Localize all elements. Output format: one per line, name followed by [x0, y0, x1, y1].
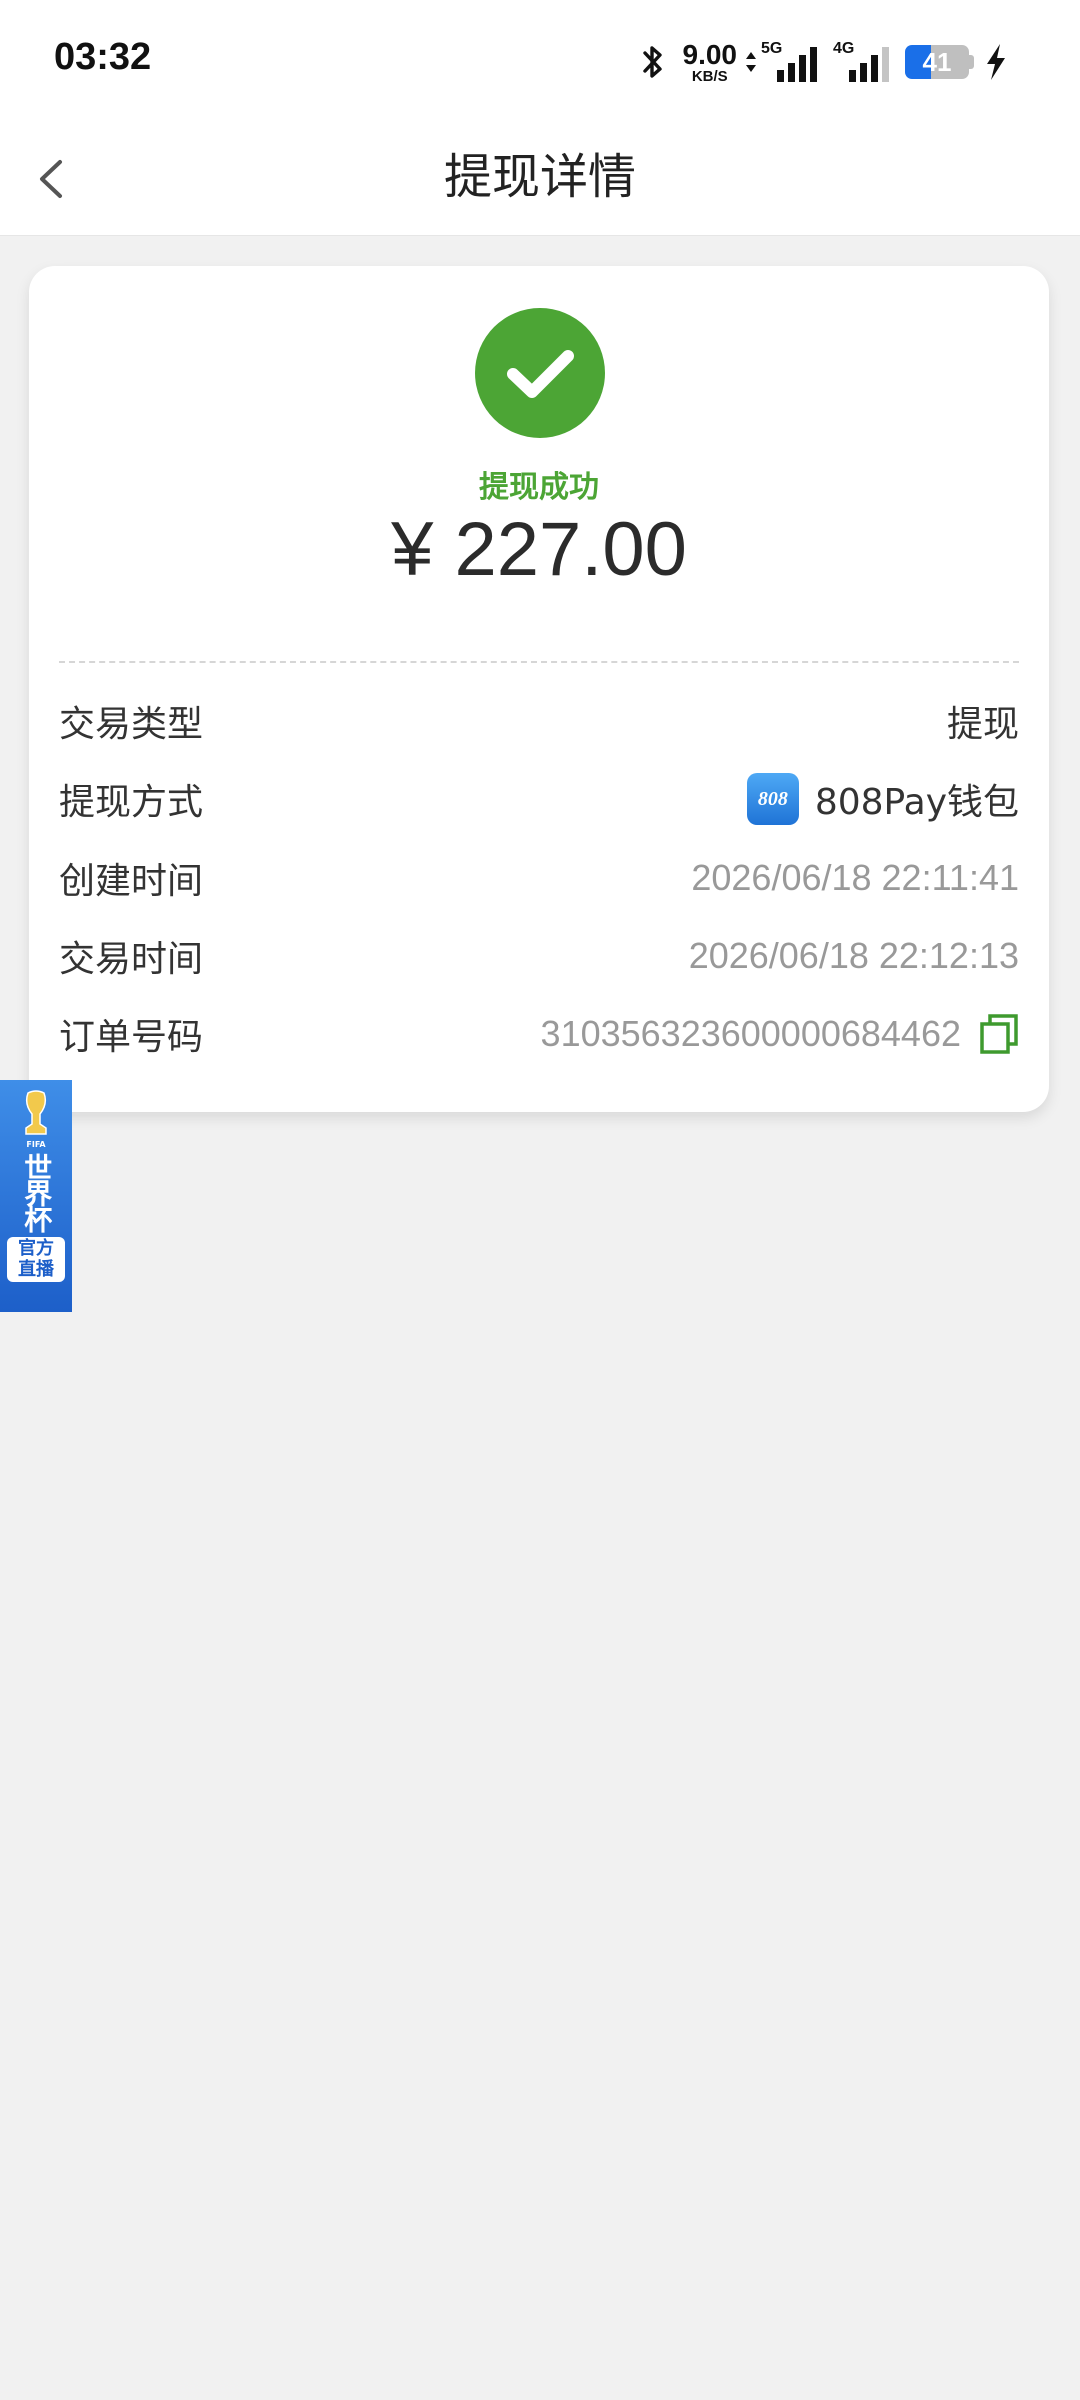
nav-header: 提现详情 [0, 124, 1080, 236]
detail-row-created: 创建时间 2026/06/18 22:11:41 [59, 850, 1019, 906]
data-arrows-icon [746, 52, 756, 72]
network-speed-value: 9.00 [682, 38, 738, 70]
method-name: 808Pay钱包 [814, 782, 1019, 823]
detail-value-order: 310356323600000684462 [541, 1013, 1019, 1055]
detail-row-trade-time: 交易时间 2026/06/18 22:12:13 [59, 928, 1019, 984]
signal-sim1: 5G [761, 40, 821, 82]
fifa-label: FIFA [26, 1140, 46, 1149]
dashed-divider [59, 661, 1019, 663]
network-speed-unit: KB/S [691, 67, 728, 85]
page-title: 提现详情 [443, 149, 636, 205]
bluetooth-icon [642, 46, 662, 78]
order-number: 310356323600000684462 [540, 1013, 961, 1054]
detail-row-type: 交易类型 提现 [59, 693, 1019, 749]
detail-value: 2026/06/18 22:12:13 [688, 935, 1019, 976]
signal-icon [777, 47, 817, 82]
status-icons: 9.00 KB/S 5G 4G 41 [639, 38, 1009, 86]
world-cup-live-banner[interactable]: FIFA 世界杯 官方 直播 [0, 1080, 72, 1312]
detail-row-method: 提现方式 808 808Pay钱包 [59, 771, 1019, 827]
808pay-logo-icon: 808 [746, 773, 799, 825]
detail-label: 订单号码 [59, 1017, 204, 1058]
battery-level: 41 [905, 45, 969, 79]
signal-icon [849, 47, 889, 82]
banner-badge-line2: 直播 [18, 1258, 54, 1280]
detail-value-method: 808 808Pay钱包 [746, 773, 1019, 825]
withdraw-amount: ¥ 227.00 [391, 507, 687, 592]
charging-icon [987, 44, 1005, 80]
status-bar: 03:32 9.00 KB/S 5G 4G 41 [0, 0, 1080, 124]
detail-value: 提现 [946, 704, 1019, 745]
detail-label: 交易时间 [59, 939, 204, 980]
withdraw-detail-card: 提现成功 ¥ 227.00 交易类型 提现 提现方式 808 808Pay钱包 … [29, 266, 1049, 1112]
withdraw-status: 提现成功 [479, 470, 599, 505]
status-time: 03:32 [54, 36, 152, 78]
battery-icon: 41 [905, 45, 974, 79]
trophy-icon [25, 1090, 47, 1135]
detail-label: 创建时间 [59, 861, 204, 902]
signal-sim2: 4G [833, 40, 893, 82]
banner-title: 世界杯 [20, 1153, 54, 1231]
success-check-icon [475, 308, 605, 438]
battery-cap [969, 55, 974, 69]
copy-icon[interactable] [979, 1013, 1019, 1055]
detail-value: 2026/06/18 22:11:41 [691, 857, 1019, 898]
detail-row-order: 订单号码 310356323600000684462 [59, 1006, 1019, 1062]
detail-label: 提现方式 [59, 782, 204, 823]
detail-label: 交易类型 [59, 704, 204, 745]
banner-badge: 官方 直播 [7, 1237, 65, 1283]
banner-badge-line1: 官方 [18, 1238, 54, 1259]
network-speed: 9.00 KB/S [682, 38, 738, 85]
